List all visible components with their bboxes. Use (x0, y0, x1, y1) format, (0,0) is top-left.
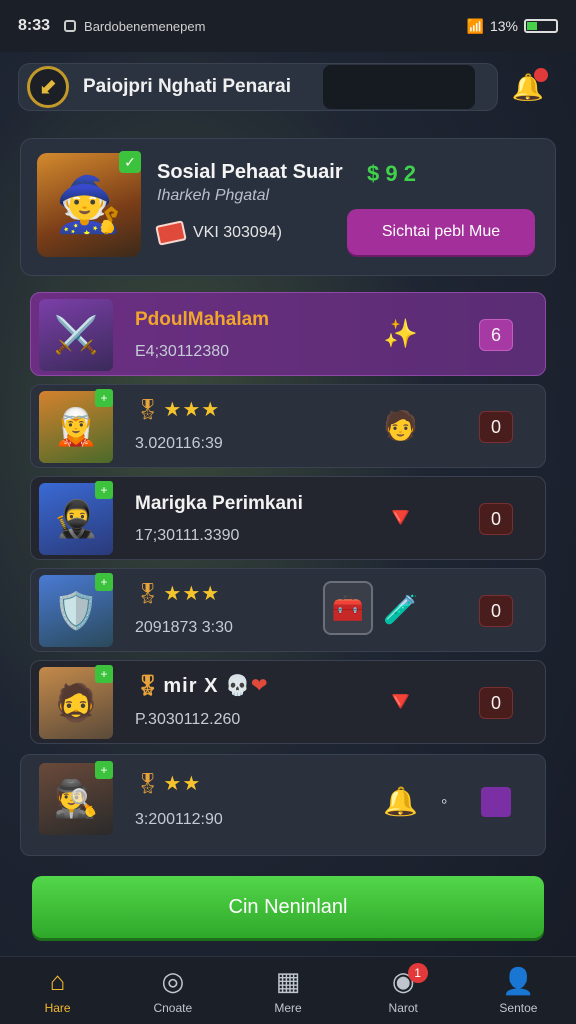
notification-count-badge: 1 (407, 963, 428, 983)
character-icon: 🧑 (383, 410, 418, 441)
gem-icon: 🔻 (383, 502, 418, 533)
row-time: 2091873 3:30 (135, 619, 233, 636)
top-bar: ⬋ Paiojpri Nghati Penarai 🔔 (18, 62, 558, 112)
purple-box[interactable] (481, 787, 511, 817)
nav-item-home[interactable]: ⌂ Hare (0, 957, 115, 1024)
battery-percent: 13% (489, 18, 518, 34)
row-tags: 🎖 mir X 💀❤ (135, 673, 269, 698)
row-count-badge[interactable]: 0 (479, 411, 513, 443)
check-icon: + (95, 761, 113, 779)
row-time: P.3030112.260 (135, 711, 241, 728)
check-icon: + (95, 665, 113, 683)
ticket-text: VKI 303094) (193, 224, 282, 241)
profile-name: Sosial Pehaat Suair (157, 161, 343, 183)
wifi-icon: 📶 (466, 17, 484, 34)
star-rating: ★★★ (163, 399, 221, 421)
skull-icon: 💀 (224, 675, 251, 697)
row-rating: 🎖 ★★★ (135, 397, 220, 422)
status-indicators: 📶 13% (467, 18, 558, 35)
nav-label: Narot (388, 1001, 418, 1015)
list-item[interactable]: 🥷 + Marigka Perimkani 17;30111.3390 🔻 0 (30, 476, 546, 560)
bottom-nav: ⌂ Hare ◎ Cnoate ▦ Mere ◉ 1 Narot 👤 Sento… (0, 956, 576, 1024)
notification-button[interactable]: 🔔 (498, 67, 558, 103)
warrior-purple-avatar: ⚔️ (39, 299, 113, 371)
notification-dot (534, 67, 548, 82)
row-time: 3:200112:90 (135, 811, 223, 828)
ticket-icon (155, 220, 187, 246)
medal-icon: 🎖 (135, 583, 162, 605)
row-count-badge[interactable]: 0 (479, 503, 513, 535)
potion-icon: 🧪 (383, 594, 418, 625)
check-icon: + (95, 573, 113, 591)
page-title: Paiojpri Nghati Penarai (83, 76, 291, 97)
nav-item-notifications[interactable]: ◉ 1 Narot (346, 957, 461, 1024)
list-item[interactable]: 🛡️ + 🎖 ★★★ 2091873 3:30 🧰 🧪 0 (30, 568, 546, 652)
nav-label: Mere (274, 1001, 302, 1015)
status-notification-text: Bardobenemenepem (84, 18, 206, 34)
treasure-chest-button[interactable]: 🧰 (323, 581, 373, 635)
profile-icon: 👤 (502, 966, 535, 996)
row-count-badge[interactable]: 0 (479, 687, 513, 719)
app-notification-icon (64, 20, 77, 32)
nav-item-search[interactable]: ◎ Cnoate (115, 957, 230, 1024)
verified-check-icon: ✓ (119, 151, 141, 173)
profile-action-button[interactable]: Sichtai pebl Mue (347, 209, 535, 255)
bell-icon: 🔔 (383, 786, 418, 817)
profile-ticket: VKI 303094) (155, 220, 282, 246)
row-title: PdoulMahalam (135, 309, 270, 330)
heart-icon: ❤ (250, 675, 269, 697)
list-item[interactable]: 🧔 + 🎖 mir X 💀❤ P.3030112.260 🔻 0 (30, 660, 546, 744)
profile-balance: $ 9 2 (367, 161, 416, 186)
crystal-icon: 🔻 (383, 686, 418, 717)
row-rating: 🎖 ★★★ (135, 581, 220, 606)
search-icon: ◎ (161, 966, 185, 996)
header-pill: ⬋ Paiojpri Nghati Penarai (18, 63, 498, 111)
row-rating: 🎖 ★★ (135, 771, 201, 796)
home-icon: ⌂ (49, 966, 66, 996)
chest-icon: 🧰 (331, 592, 365, 623)
row-count-badge[interactable]: 0 (479, 595, 513, 627)
list-item[interactable]: ⚔️ PdoulMahalam E4;30112380 ✨ 6 (30, 292, 546, 376)
dot-indicator: ◦ (441, 791, 448, 811)
nav-item-menu[interactable]: ▦ Mere (230, 957, 345, 1024)
star-rating: ★★★ (163, 583, 221, 605)
nav-label: Cnoate (153, 1001, 193, 1015)
row-time: E4;30112380 (135, 343, 230, 360)
check-icon: + (95, 389, 113, 407)
list-item[interactable]: 🧝 + 🎖 ★★★ 3.020116:39 🧑 0 (30, 384, 546, 468)
medal-icon: 🎖 (135, 773, 162, 795)
sparkle-star-icon: ✨ (383, 318, 418, 349)
battery-icon (524, 19, 558, 33)
warrior-avatar-icon: 🧙 (55, 174, 123, 235)
list-item[interactable]: 🕵️ + 🎖 ★★ 3:200112:90 🔔 ◦ (20, 754, 546, 856)
row-title: Marigka Perimkani (135, 493, 303, 514)
status-bar: 8:33 Bardobenemenepem 📶 13% (0, 0, 576, 52)
row-count-badge[interactable]: 6 (479, 319, 513, 351)
row-time: 3.020116:39 (135, 435, 223, 452)
primary-cta-button[interactable]: Cin Neninlanl (32, 876, 544, 938)
profile-subtitle: Iharkeh Phgatal (157, 187, 270, 204)
header-search-field[interactable] (323, 65, 475, 109)
nav-label: Hare (44, 1001, 71, 1015)
star-rating: ★★ (163, 773, 202, 795)
grid-icon: ▦ (275, 966, 301, 996)
nav-label: Sentoe (499, 1001, 538, 1015)
arrow-icon: ⬋ (38, 74, 58, 99)
nav-item-profile[interactable]: 👤 Sentoe (461, 957, 576, 1024)
back-arrow-button[interactable]: ⬋ (27, 66, 69, 108)
row-tag-text: mir X (163, 675, 219, 697)
status-time: 8:33 (18, 17, 51, 34)
medal-icon: 🎖 (135, 399, 162, 421)
medal-icon: 🎖 (135, 675, 162, 697)
profile-card: 🧙 ✓ Sosial Pehaat Suair Iharkeh Phgatal … (20, 138, 556, 276)
row-time: 17;30111.3390 (135, 527, 240, 544)
check-icon: + (95, 481, 113, 499)
